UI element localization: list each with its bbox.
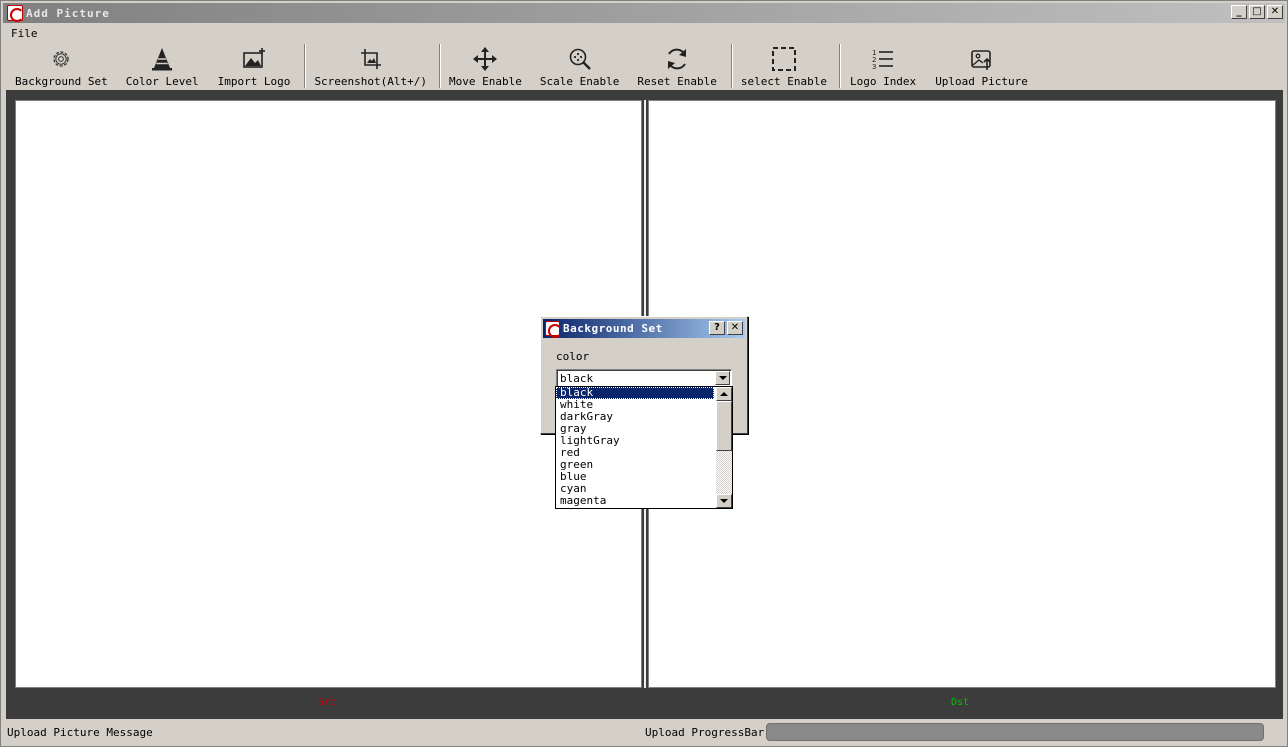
- background-set-button[interactable]: Background Set: [15, 42, 108, 88]
- reset-enable-label: Reset Enable: [637, 75, 717, 88]
- maximize-button[interactable]: □: [1249, 5, 1265, 19]
- refresh-icon: [664, 46, 690, 72]
- arrow-down-icon: [720, 499, 728, 503]
- import-logo-label: Import Logo: [217, 75, 291, 88]
- color-level-label: Color Level: [125, 75, 199, 88]
- toolbar-separator: [304, 44, 307, 88]
- color-level-button[interactable]: Color Level: [126, 42, 199, 88]
- combobox-dropdown-button[interactable]: [715, 371, 730, 385]
- dialog-controls: ? ✕: [709, 321, 743, 335]
- selection-box-icon: [771, 46, 797, 72]
- toolbar-separator: [439, 44, 442, 88]
- screenshot-label: Screenshot(Alt+/): [314, 75, 428, 88]
- dialog-logo-icon: [545, 321, 562, 338]
- app-logo-icon: [7, 5, 24, 22]
- window-controls: _ □ ✕: [1231, 5, 1283, 19]
- reset-enable-button[interactable]: Reset Enable: [637, 42, 717, 88]
- progress-label: Upload ProgressBar:: [645, 726, 771, 739]
- arrow-up-icon: [720, 392, 728, 396]
- dialog-title: Background Set: [563, 322, 663, 335]
- upload-picture-label: Upload Picture: [935, 75, 1028, 88]
- color-label: color: [556, 350, 590, 363]
- logo-index-button[interactable]: 123 Logo Index: [850, 42, 916, 88]
- color-dropdown-list: black white darkGray gray lightGray red green b…: [555, 386, 733, 509]
- scale-enable-label: Scale Enable: [539, 75, 620, 88]
- color-options: black white darkGray gray lightGray red green b…: [556, 387, 732, 507]
- gear-icon: [48, 46, 74, 72]
- color-combobox-value: black: [560, 372, 594, 385]
- toolbar: Background Set Color Level Import Logo S…: [3, 42, 1285, 90]
- chevron-down-icon: [718, 376, 727, 380]
- select-enable-label: select Enable: [740, 75, 827, 88]
- select-enable-button[interactable]: select Enable: [741, 42, 827, 88]
- menu-bar: File: [3, 24, 1285, 42]
- upload-picture-button[interactable]: Upload Picture: [935, 42, 1028, 88]
- numbered-list-icon: 123: [870, 46, 896, 72]
- cone-icon: [149, 46, 175, 72]
- toolbar-separator: [838, 44, 841, 88]
- minimize-button[interactable]: _: [1231, 5, 1247, 19]
- status-bar: Upload Picture Message Upload ProgressBa…: [3, 721, 1285, 745]
- upload-progress-bar: [766, 723, 1264, 741]
- svg-text:3: 3: [872, 63, 876, 71]
- dialog-close-button[interactable]: ✕: [727, 321, 743, 335]
- color-option[interactable]: magenta: [556, 495, 714, 507]
- logo-index-label: Logo Index: [849, 75, 917, 88]
- menu-file[interactable]: File: [3, 27, 46, 40]
- upload-message: Upload Picture Message: [7, 726, 153, 739]
- toolbar-separator: [730, 44, 733, 88]
- dst-label: Dst: [951, 697, 970, 708]
- import-logo-button[interactable]: Import Logo: [217, 42, 291, 88]
- close-window-button[interactable]: ✕: [1267, 5, 1283, 19]
- image-upload-icon: [969, 46, 995, 72]
- screenshot-button[interactable]: Screenshot(Alt+/): [314, 42, 427, 88]
- scroll-down-button[interactable]: [716, 494, 732, 508]
- scroll-up-button[interactable]: [716, 387, 732, 401]
- dialog-title-bar[interactable]: Background Set ? ✕: [543, 319, 745, 338]
- move-enable-button[interactable]: Move Enable: [449, 42, 522, 88]
- crop-icon: [358, 46, 384, 72]
- image-add-icon: [241, 46, 267, 72]
- color-combobox[interactable]: black: [556, 369, 732, 387]
- dropdown-scrollbar[interactable]: [716, 387, 732, 508]
- src-label: Src: [318, 697, 337, 708]
- zoom-icon: [567, 46, 593, 72]
- move-enable-label: Move Enable: [449, 75, 522, 88]
- help-button[interactable]: ?: [709, 321, 725, 335]
- scale-enable-button[interactable]: Scale Enable: [540, 42, 619, 88]
- move-arrows-icon: [472, 46, 498, 72]
- background-set-label: Background Set: [15, 75, 108, 88]
- title-bar[interactable]: Add Picture _ □ ✕: [3, 3, 1285, 23]
- window-title: Add Picture: [26, 6, 110, 20]
- scroll-thumb[interactable]: [716, 401, 732, 451]
